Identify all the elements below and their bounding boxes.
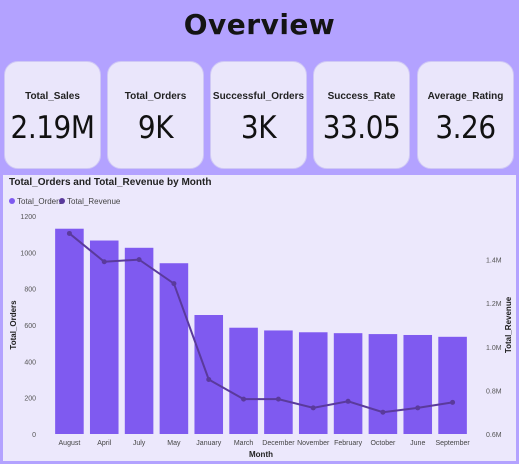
bar-july — [124, 247, 154, 434]
y-tick-label: 1000 — [20, 250, 36, 257]
y-tick-label: 400 — [24, 359, 36, 366]
bar-january — [194, 315, 224, 434]
revenue-point — [380, 409, 386, 415]
x-tick-label: June — [410, 440, 425, 447]
y2-tick-label: 0.6M — [486, 432, 502, 439]
y2-tick-label: 1.0M — [486, 345, 502, 352]
x-tick-label: July — [133, 440, 146, 447]
legend-marker-total-orders — [9, 198, 15, 204]
revenue-point — [136, 257, 142, 263]
bar-april — [89, 240, 119, 434]
y-axis-title: Total_Orders — [9, 300, 18, 350]
y2-tick-label: 0.8M — [486, 388, 502, 395]
dashboard-page: Overview Total_Sales 2.19M Total_Orders … — [0, 0, 519, 464]
x-tick-label: October — [370, 440, 396, 447]
bar-december — [264, 330, 293, 434]
y-tick-label: 200 — [24, 396, 36, 403]
bar-october — [368, 334, 398, 434]
y-tick-label: 800 — [24, 287, 36, 294]
bar-march — [229, 327, 258, 434]
combo-chart[interactable]: Total_Orders Total_Revenue 0 200 400 600 800 10… — [0, 0, 519, 464]
x-tick-label: May — [167, 440, 181, 447]
bar-february — [333, 333, 363, 434]
revenue-point — [415, 405, 421, 411]
y-tick-label: 600 — [24, 323, 36, 330]
bar-november — [298, 332, 328, 434]
bar-may — [159, 263, 189, 434]
y-tick-label: 1200 — [20, 214, 36, 221]
revenue-point — [101, 259, 107, 265]
legend-label-total-revenue: Total_Revenue — [67, 197, 121, 206]
y2-axis-title: Total_Revenue — [504, 296, 513, 353]
revenue-point — [275, 396, 281, 402]
x-tick-label: August — [59, 440, 81, 447]
bar-august — [55, 228, 84, 434]
x-tick-label: January — [196, 440, 221, 447]
x-tick-label: September — [435, 440, 470, 447]
y2-tick-label: 1.2M — [486, 301, 502, 308]
revenue-point — [345, 398, 351, 404]
x-tick-label: April — [97, 440, 111, 447]
bar-june — [403, 334, 433, 434]
revenue-point — [206, 377, 212, 382]
revenue-point — [66, 230, 72, 236]
revenue-point — [171, 281, 177, 287]
revenue-point — [241, 396, 247, 402]
x-tick-label: December — [262, 440, 295, 447]
x-tick-label: February — [334, 440, 363, 447]
revenue-point — [450, 399, 456, 405]
revenue-point — [310, 405, 316, 411]
legend-label-total-orders: Total_Orders — [17, 197, 63, 206]
x-tick-label: March — [234, 440, 254, 447]
y2-tick-label: 1.4M — [486, 258, 502, 265]
bar-september — [438, 336, 467, 434]
x-axis-title: Month — [249, 450, 273, 459]
legend-marker-total-revenue — [59, 198, 65, 204]
y-tick-label: 0 — [32, 432, 36, 439]
x-tick-label: November — [297, 440, 330, 447]
